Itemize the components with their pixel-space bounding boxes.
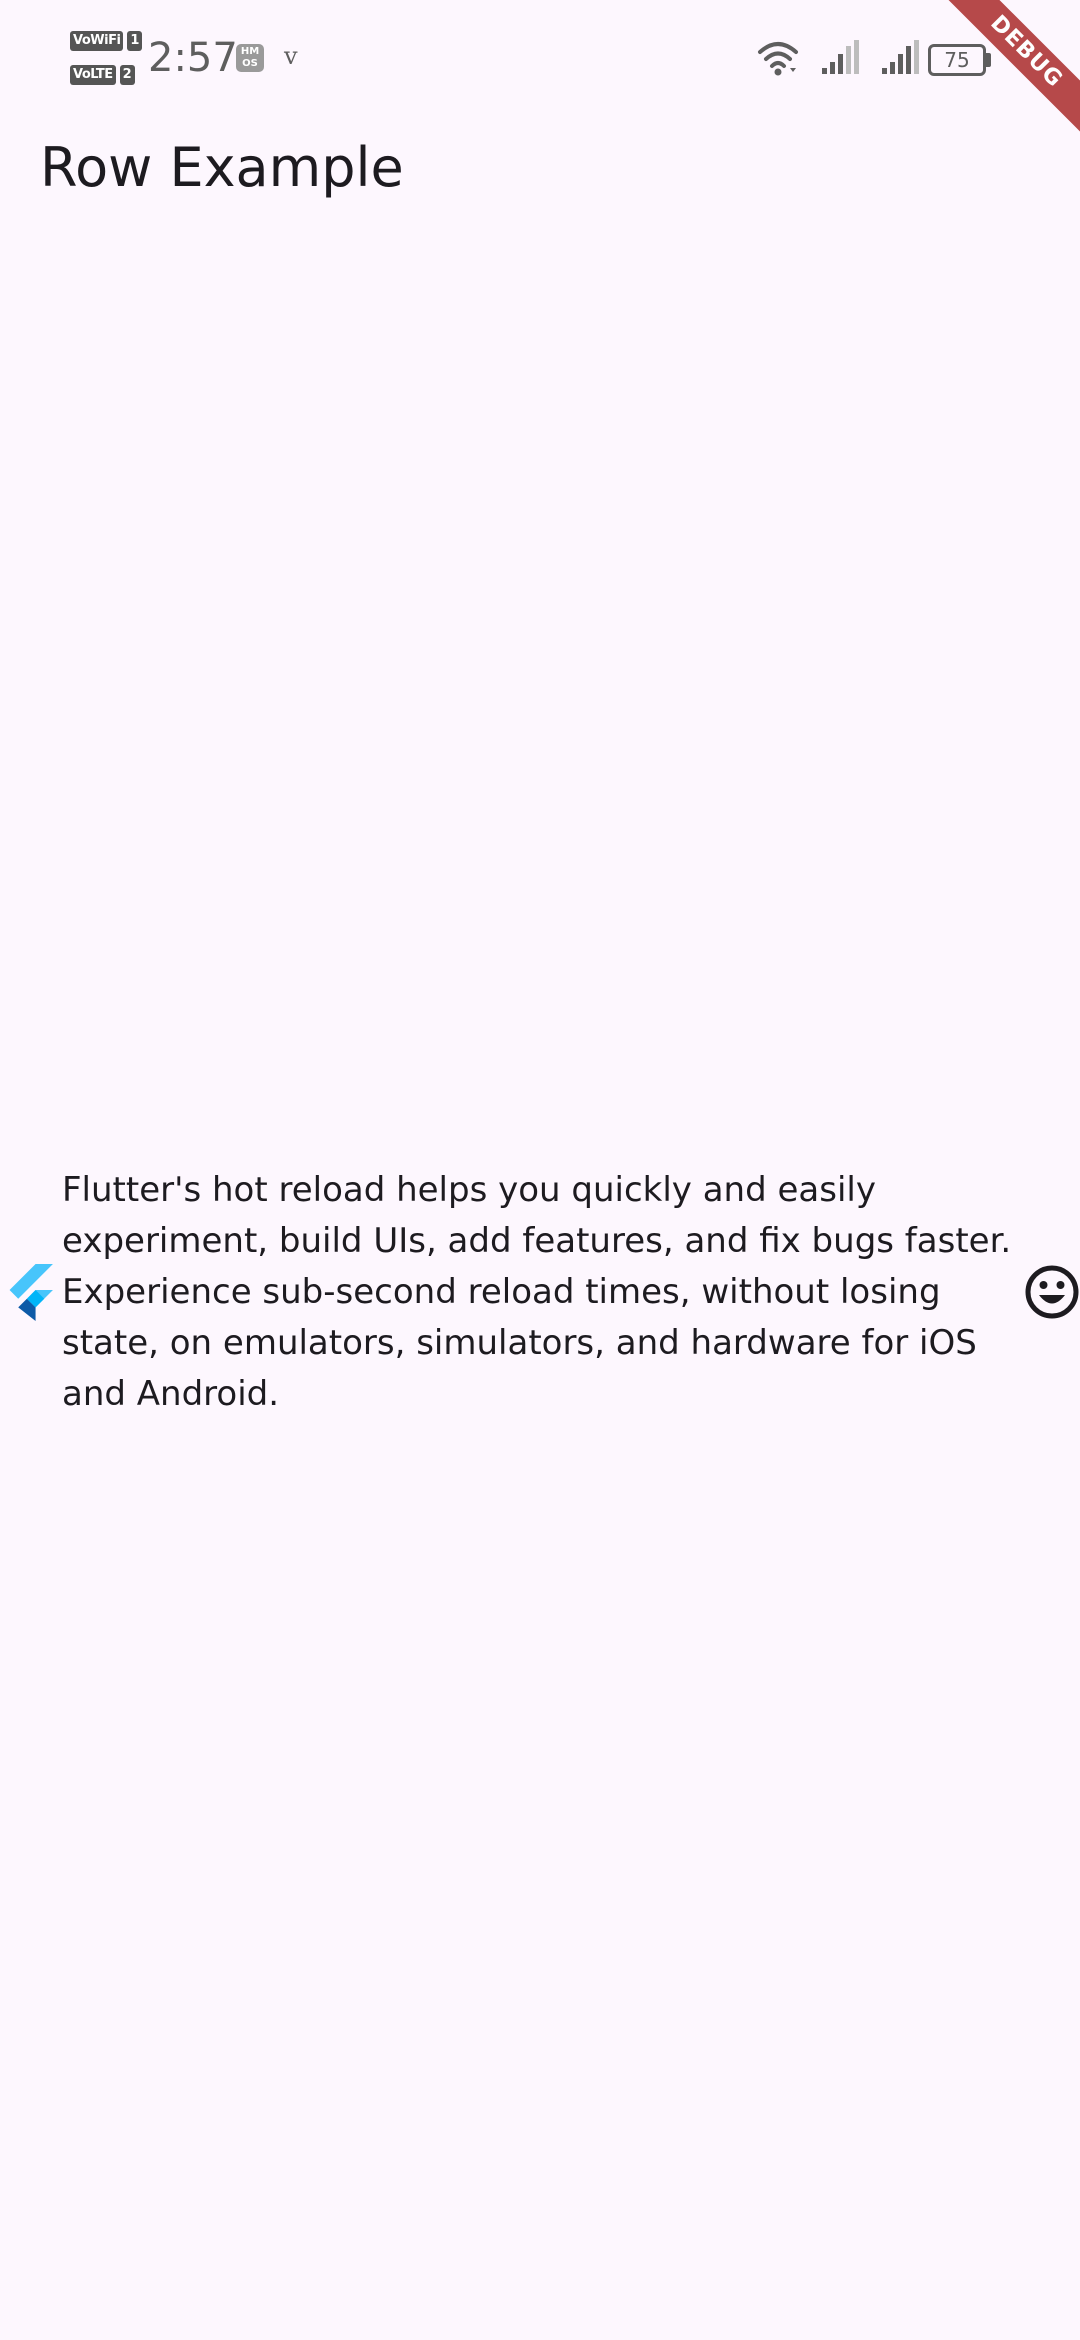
flutter-logo-icon (0, 1262, 60, 1322)
signal-icon (822, 40, 859, 74)
status-time: 2:57 (148, 35, 238, 81)
network-tag-vowifi: VoWiFi 1 (70, 30, 143, 52)
sentiment-very-satisfied-icon (1025, 1265, 1079, 1319)
page-title: Row Example (40, 136, 404, 199)
status-bar: VoWiFi 1 VoLTE 2 2:57 HM OS v 75 (0, 0, 1080, 120)
network-tags: VoWiFi 1 VoLTE 2 (70, 30, 143, 98)
carrier-v-icon: v (284, 42, 298, 70)
network-tag-label: VoLTE (70, 65, 116, 85)
row-description-text: Flutter's hot reload helps you quickly a… (62, 1169, 1012, 1414)
sim-slot-number: 1 (127, 31, 143, 51)
network-tag-volte: VoLTE 2 (70, 64, 140, 86)
flutter-logo-svg (9, 1263, 53, 1321)
signal-icon (882, 40, 919, 74)
row-container: Flutter's hot reload helps you quickly a… (0, 1164, 1080, 1420)
battery-level: 75 (944, 48, 970, 72)
screen: VoWiFi 1 VoLTE 2 2:57 HM OS v 75 DEBUG R… (0, 0, 1080, 2340)
battery-icon: 75 (928, 44, 986, 76)
app-bar: Row Example (0, 120, 1080, 216)
wifi-icon (758, 42, 798, 76)
hmos-icon: HM OS (236, 44, 264, 72)
network-tag-label: VoWiFi (70, 31, 124, 51)
battery-cap (986, 53, 991, 67)
sim-slot-number: 2 (119, 65, 135, 85)
